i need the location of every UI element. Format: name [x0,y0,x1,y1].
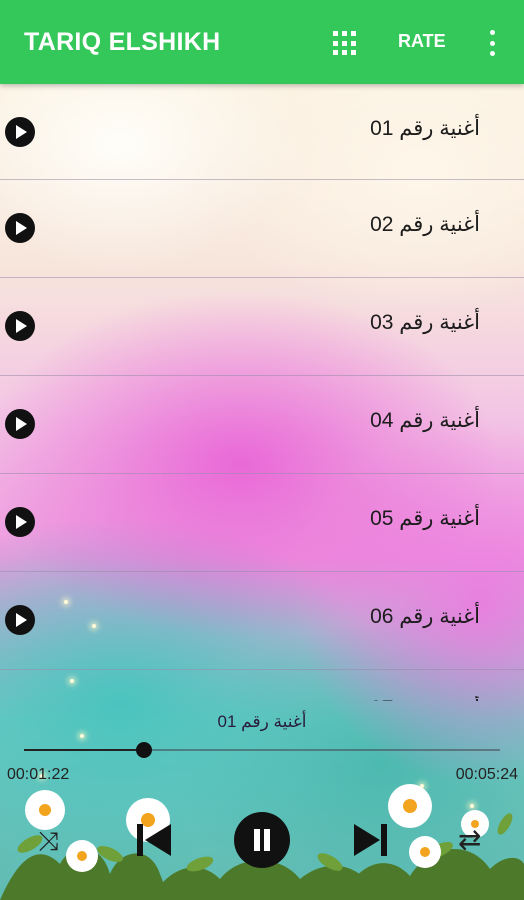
rate-button[interactable]: RATE [398,31,446,52]
app-title: TARIQ ELSHIKH [24,27,221,56]
song-item[interactable]: أغنية رقم 06 [0,572,524,670]
next-button[interactable] [352,822,392,858]
song-title: أغنية رقم 07 [370,696,480,701]
current-time: 00:01:22 [7,766,70,783]
song-list[interactable]: أغنية رقم 01 أغنية رقم 02 أغنية رقم 03 أ… [0,84,524,704]
song-item[interactable]: أغنية رقم 01 [0,84,524,180]
skip-previous-icon [137,824,143,856]
app-bar: TARIQ ELSHIKH RATE [0,0,524,84]
more-vert-icon[interactable] [488,30,496,56]
player-panel: أغنية رقم 01 00:01:22 00:05:24 ⤨ ⇄ [0,704,524,900]
play-icon[interactable] [5,409,35,439]
song-item[interactable]: أغنية رقم 03 [0,278,524,376]
seek-bar-thumb[interactable] [136,742,153,758]
song-title: أغنية رقم 01 [370,117,480,140]
play-icon[interactable] [5,507,35,537]
seek-bar-progress [24,749,145,751]
song-title: أغنية رقم 03 [370,311,480,334]
play-icon[interactable] [5,605,35,635]
skip-next-icon [354,824,380,856]
previous-button[interactable] [133,822,173,858]
song-title: أغنية رقم 02 [370,213,480,236]
total-time: 00:05:24 [455,766,518,783]
play-icon[interactable] [5,311,35,341]
now-playing-title: أغنية رقم 01 [217,712,307,731]
repeat-icon[interactable]: ⇄ [458,826,481,854]
shuffle-icon[interactable]: ⤨ [38,828,59,854]
play-icon[interactable] [5,213,35,243]
song-title: أغنية رقم 06 [370,605,480,628]
song-title: أغنية رقم 04 [370,409,480,432]
song-item[interactable]: أغنية رقم 05 [0,474,524,572]
play-icon[interactable] [5,117,35,147]
song-item[interactable]: أغنية رقم 02 [0,180,524,278]
song-title: أغنية رقم 05 [370,507,480,530]
grid-icon[interactable] [333,31,358,56]
seek-bar[interactable] [24,742,500,758]
song-item[interactable]: أغنية رقم 04 [0,376,524,474]
song-item[interactable]: أغنية رقم 07 [0,670,524,704]
pause-button[interactable] [234,812,290,868]
